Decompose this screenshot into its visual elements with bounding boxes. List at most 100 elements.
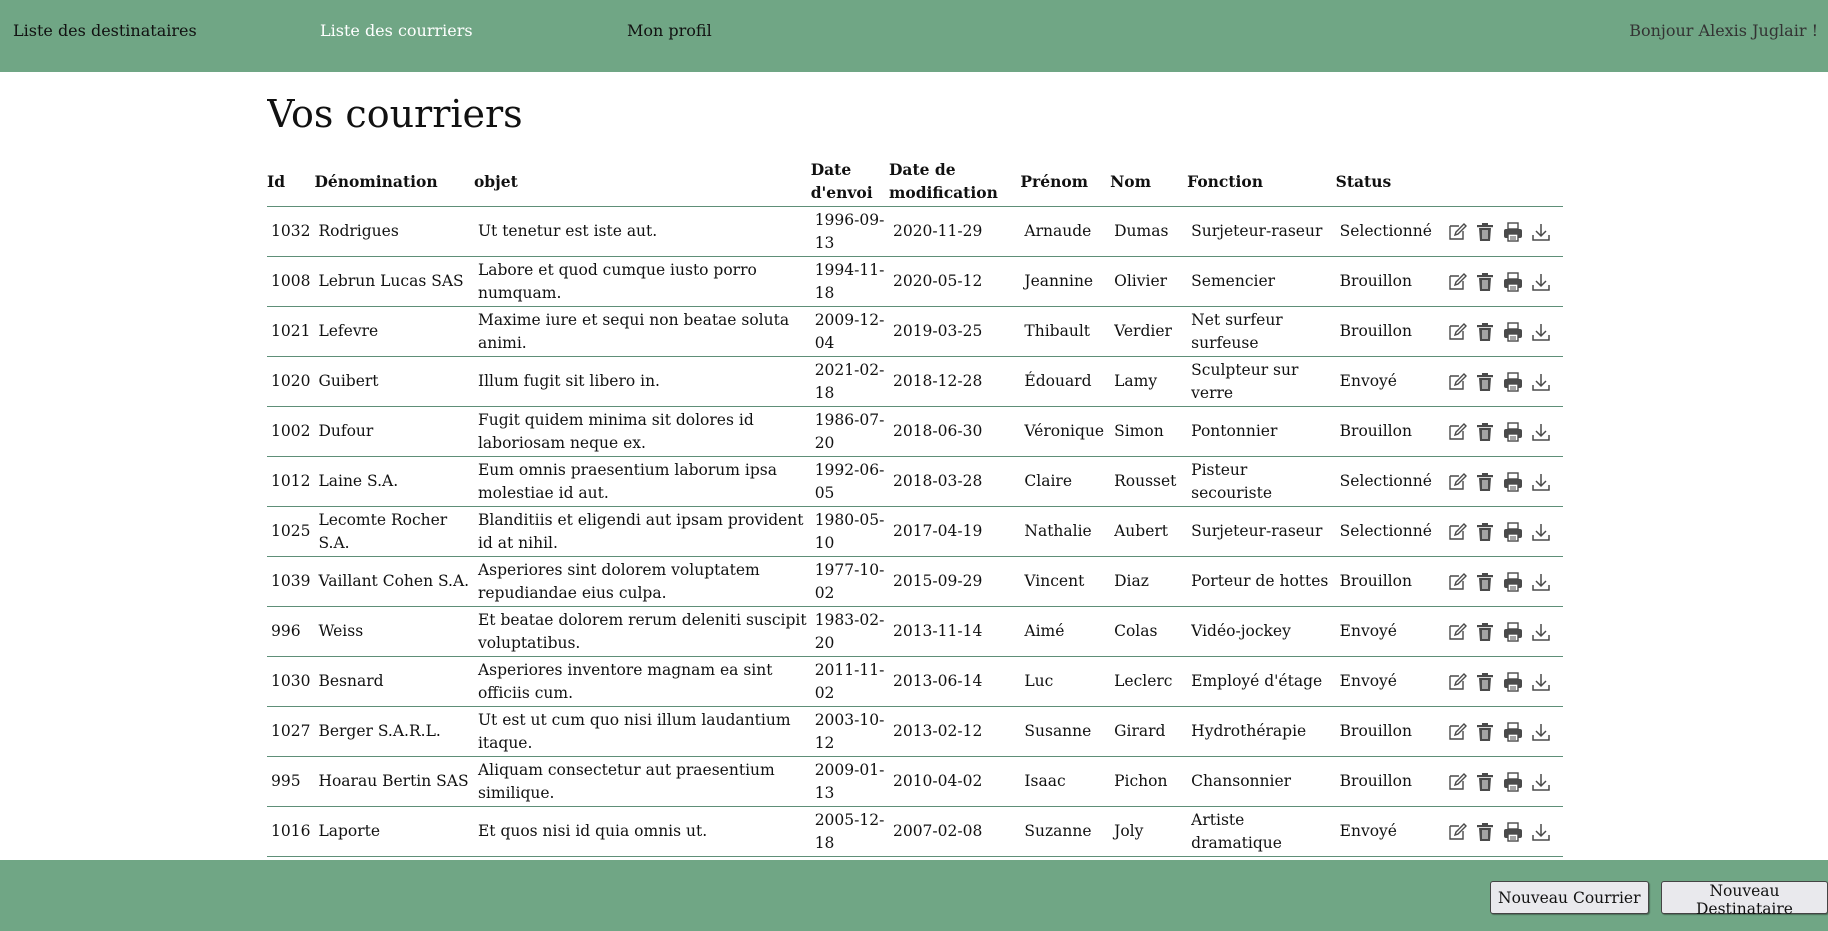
trash-icon[interactable] xyxy=(1474,571,1496,593)
cell-date-envoi: 1992-06-05 xyxy=(810,456,889,507)
edit-icon[interactable] xyxy=(1446,371,1468,393)
cell-nom: Olivier xyxy=(1110,256,1188,307)
trash-icon[interactable] xyxy=(1474,421,1496,443)
cell-denomination: Lebrun Lucas SAS xyxy=(314,256,474,307)
download-icon[interactable] xyxy=(1530,521,1552,543)
trash-icon[interactable] xyxy=(1474,621,1496,643)
trash-icon[interactable] xyxy=(1474,221,1496,243)
cell-actions xyxy=(1435,206,1563,257)
download-icon[interactable] xyxy=(1530,621,1552,643)
print-icon[interactable] xyxy=(1502,371,1524,393)
cell-prenom: Susanne xyxy=(1020,706,1111,757)
cell-objet: Asperiores sint dolorem voluptatem repud… xyxy=(473,556,811,607)
main-content: Vos courriers Id Dénomination objet Date… xyxy=(267,72,1567,860)
trash-icon[interactable] xyxy=(1474,821,1496,843)
cell-nom: Girard xyxy=(1110,706,1188,757)
cell-date-envoi: 2009-12-04 xyxy=(810,306,889,357)
edit-icon[interactable] xyxy=(1446,471,1468,493)
table-row: 995 Hoarau Bertin SAS Aliquam consectetur … xyxy=(267,756,1563,807)
cell-date-modif: 2019-03-25 xyxy=(888,306,1021,357)
cell-actions xyxy=(1435,406,1563,457)
print-icon[interactable] xyxy=(1502,671,1524,693)
edit-icon[interactable] xyxy=(1446,271,1468,293)
cell-status: Envoyé xyxy=(1335,656,1436,707)
cell-fonction: Chansonnier xyxy=(1187,756,1336,807)
download-icon[interactable] xyxy=(1530,221,1552,243)
print-icon[interactable] xyxy=(1502,821,1524,843)
table-row: 1039 Vaillant Cohen S.A. Asperiores sint d… xyxy=(267,556,1563,607)
nav-link-profile[interactable]: Mon profil xyxy=(627,21,712,40)
trash-icon[interactable] xyxy=(1474,771,1496,793)
download-icon[interactable] xyxy=(1530,671,1552,693)
cell-date-modif: 2018-03-28 xyxy=(888,456,1021,507)
cell-nom: Aubert xyxy=(1110,506,1188,557)
new-recipient-button[interactable]: Nouveau Destinataire xyxy=(1661,881,1828,918)
table-header-row: Id Dénomination objet Date d'envoi Date … xyxy=(267,156,1563,207)
download-icon[interactable] xyxy=(1530,771,1552,793)
cell-status: Brouillon xyxy=(1335,406,1436,457)
trash-icon[interactable] xyxy=(1474,371,1496,393)
download-icon[interactable] xyxy=(1530,821,1552,843)
cell-nom: Lamy xyxy=(1110,356,1188,407)
edit-icon[interactable] xyxy=(1446,771,1468,793)
print-icon[interactable] xyxy=(1502,521,1524,543)
download-icon[interactable] xyxy=(1530,371,1552,393)
cell-status: Brouillon xyxy=(1335,256,1436,307)
user-greeting: Bonjour Alexis Juglair ! xyxy=(1629,21,1818,40)
cell-status: Brouillon xyxy=(1335,556,1436,607)
print-icon[interactable] xyxy=(1502,321,1524,343)
new-mail-button[interactable]: Nouveau Courrier xyxy=(1490,881,1649,914)
table-row: 1008 Lebrun Lucas SAS Labore et quod cumqu… xyxy=(267,256,1563,307)
cell-date-modif: 2018-06-30 xyxy=(888,406,1021,457)
trash-icon[interactable] xyxy=(1474,721,1496,743)
edit-icon[interactable] xyxy=(1446,421,1468,443)
download-icon[interactable] xyxy=(1530,421,1552,443)
edit-icon[interactable] xyxy=(1446,621,1468,643)
edit-icon[interactable] xyxy=(1446,721,1468,743)
download-icon[interactable] xyxy=(1530,721,1552,743)
edit-icon[interactable] xyxy=(1446,221,1468,243)
cell-date-envoi: 1996-09-13 xyxy=(810,206,889,257)
trash-icon[interactable] xyxy=(1474,321,1496,343)
print-icon[interactable] xyxy=(1502,421,1524,443)
download-icon[interactable] xyxy=(1530,321,1552,343)
cell-fonction: Employé d'étage xyxy=(1187,656,1336,707)
header-objet: objet xyxy=(473,156,811,207)
edit-icon[interactable] xyxy=(1446,571,1468,593)
cell-date-envoi: 2009-01-13 xyxy=(810,756,889,807)
header-denomination: Dénomination xyxy=(314,156,474,207)
download-icon[interactable] xyxy=(1530,271,1552,293)
print-icon[interactable] xyxy=(1502,471,1524,493)
cell-prenom: Isaac xyxy=(1020,756,1111,807)
cell-actions xyxy=(1435,306,1563,357)
download-icon[interactable] xyxy=(1530,471,1552,493)
trash-icon[interactable] xyxy=(1474,521,1496,543)
print-icon[interactable] xyxy=(1502,771,1524,793)
table-row: 1016 Laporte Et quos nisi id quia omnis ut… xyxy=(267,806,1563,857)
print-icon[interactable] xyxy=(1502,271,1524,293)
edit-icon[interactable] xyxy=(1446,821,1468,843)
print-icon[interactable] xyxy=(1502,621,1524,643)
cell-prenom: Édouard xyxy=(1020,356,1111,407)
cell-date-modif: 2020-05-12 xyxy=(888,256,1021,307)
cell-date-envoi: 1983-02-20 xyxy=(810,606,889,657)
cell-fonction: Pontonnier xyxy=(1187,406,1336,457)
trash-icon[interactable] xyxy=(1474,471,1496,493)
cell-status: Selectionné xyxy=(1335,456,1436,507)
cell-fonction: Semencier xyxy=(1187,256,1336,307)
edit-icon[interactable] xyxy=(1446,321,1468,343)
edit-icon[interactable] xyxy=(1446,521,1468,543)
cell-status: Brouillon xyxy=(1335,756,1436,807)
trash-icon[interactable] xyxy=(1474,271,1496,293)
nav-link-mails[interactable]: Liste des courriers xyxy=(320,21,473,40)
download-icon[interactable] xyxy=(1530,571,1552,593)
cell-actions xyxy=(1435,606,1563,657)
top-navbar: Liste des destinataires Liste des courri… xyxy=(0,0,1828,72)
print-icon[interactable] xyxy=(1502,571,1524,593)
edit-icon[interactable] xyxy=(1446,671,1468,693)
print-icon[interactable] xyxy=(1502,221,1524,243)
cell-id: 1008 xyxy=(267,256,315,307)
print-icon[interactable] xyxy=(1502,721,1524,743)
nav-link-recipients[interactable]: Liste des destinataires xyxy=(13,21,197,40)
trash-icon[interactable] xyxy=(1474,671,1496,693)
